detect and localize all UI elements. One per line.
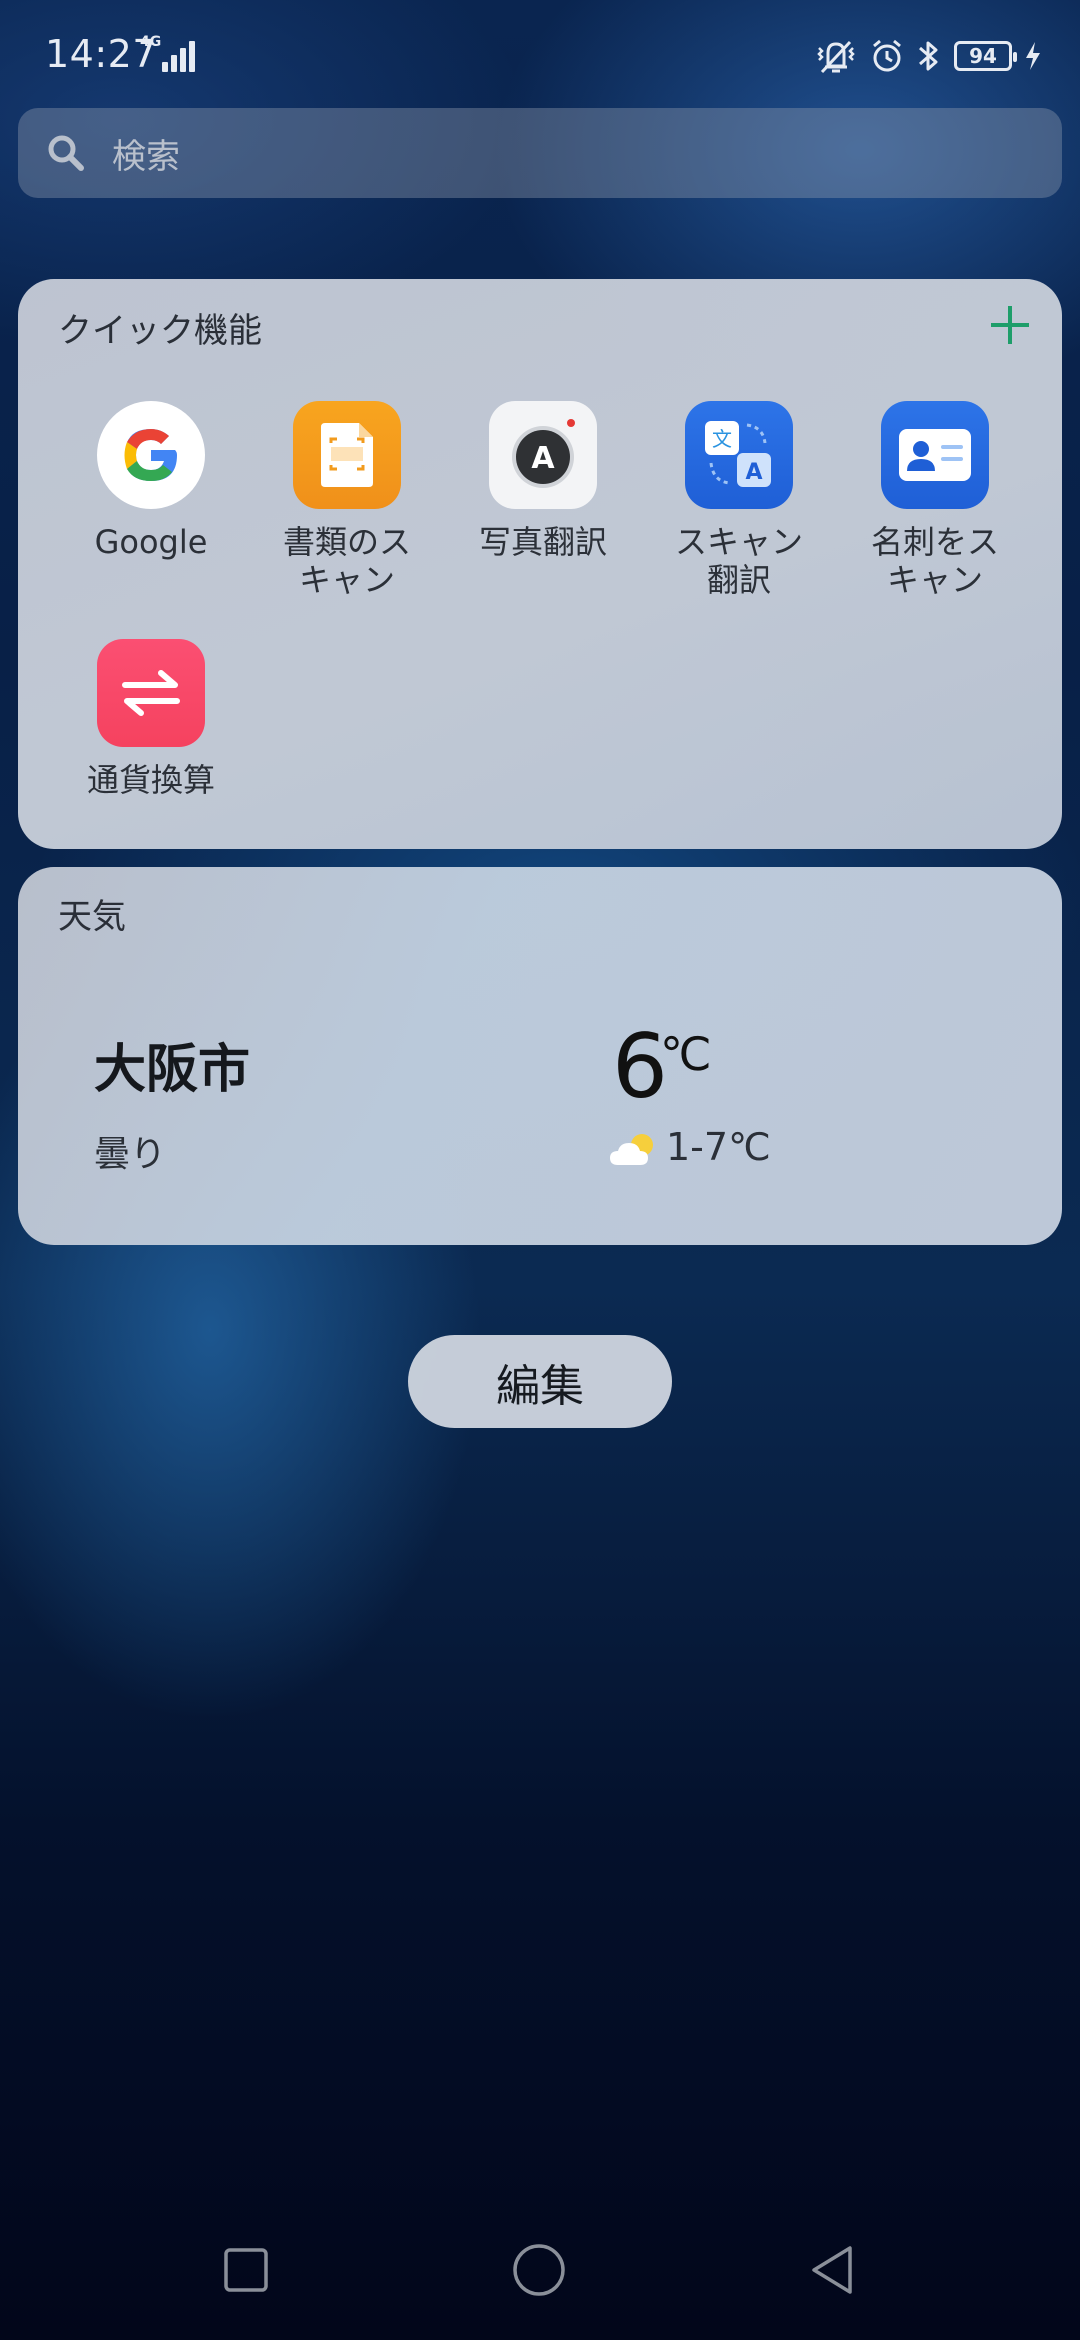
svg-text:文: 文: [712, 427, 732, 451]
google-icon: [97, 401, 205, 509]
document-scan-icon: [293, 401, 401, 509]
triangle-back-icon[interactable]: [806, 2242, 862, 2298]
svg-text:A: A: [745, 460, 762, 485]
app-photo-translate[interactable]: A 写真翻訳: [458, 401, 628, 561]
status-icons: 94: [814, 34, 1042, 78]
weather-card[interactable]: 天気 大阪市 曇り 6 ℃ 1-7℃: [18, 867, 1062, 1245]
business-card-scan-icon: [881, 401, 989, 509]
partly-cloudy-icon: [610, 1134, 653, 1165]
app-label: スキャン 翻訳: [674, 523, 803, 599]
app-business-card-scan[interactable]: 名刺をス キャン: [850, 401, 1020, 599]
scan-translate-icon: 文 A: [685, 401, 793, 509]
plus-icon[interactable]: [988, 303, 1032, 347]
bluetooth-icon: [919, 41, 938, 71]
svg-text:A: A: [531, 441, 555, 476]
app-scan-translate[interactable]: 文 A スキャン 翻訳: [654, 401, 824, 599]
square-icon[interactable]: [218, 2242, 274, 2298]
weather-temperature-unit: ℃: [660, 1027, 712, 1081]
navigation-bar: [0, 2220, 1080, 2320]
edit-button[interactable]: 編集: [408, 1335, 672, 1428]
charging-icon: [1026, 42, 1040, 70]
app-document-scan[interactable]: 書類のス キャン: [262, 401, 432, 599]
quick-functions-title: クイック機能: [58, 311, 262, 351]
app-currency-exchange[interactable]: 通貨換算: [66, 639, 236, 799]
cellular-signal-icon: [162, 41, 195, 72]
app-label: 名刺をス キャン: [870, 523, 999, 599]
weather-condition: 曇り: [94, 1134, 167, 1175]
edit-button-label: 編集: [496, 1360, 584, 1412]
weather-title: 天気: [58, 897, 126, 937]
search-bar[interactable]: 検索: [18, 108, 1062, 198]
status-bar: 14:27 4G 94: [0, 0, 1080, 110]
battery-level: 94: [969, 44, 997, 68]
photo-translate-icon: A: [489, 401, 597, 509]
signal-indicator: 4G: [140, 34, 202, 74]
app-label: 書類のス キャン: [282, 523, 411, 599]
alarm-icon: [873, 39, 901, 72]
circle-icon[interactable]: [511, 2242, 567, 2298]
vibrate-icon: [817, 40, 855, 74]
currency-exchange-icon: [97, 639, 205, 747]
network-type-label: 4G: [140, 34, 162, 50]
search-placeholder: 検索: [112, 136, 180, 177]
quick-functions-card: クイック機能 Google 書類のス キャン A 写真翻訳 文 A スキャン 翻…: [18, 279, 1062, 849]
battery-indicator: 94: [954, 41, 1017, 71]
app-google[interactable]: Google: [66, 401, 236, 561]
search-icon: [48, 135, 84, 171]
weather-city: 大阪市: [94, 1040, 251, 1100]
weather-temperature-range: 1-7℃: [666, 1125, 771, 1169]
app-label: 通貨換算: [86, 761, 215, 799]
app-label: Google: [94, 523, 208, 561]
app-label: 写真翻訳: [478, 523, 607, 561]
